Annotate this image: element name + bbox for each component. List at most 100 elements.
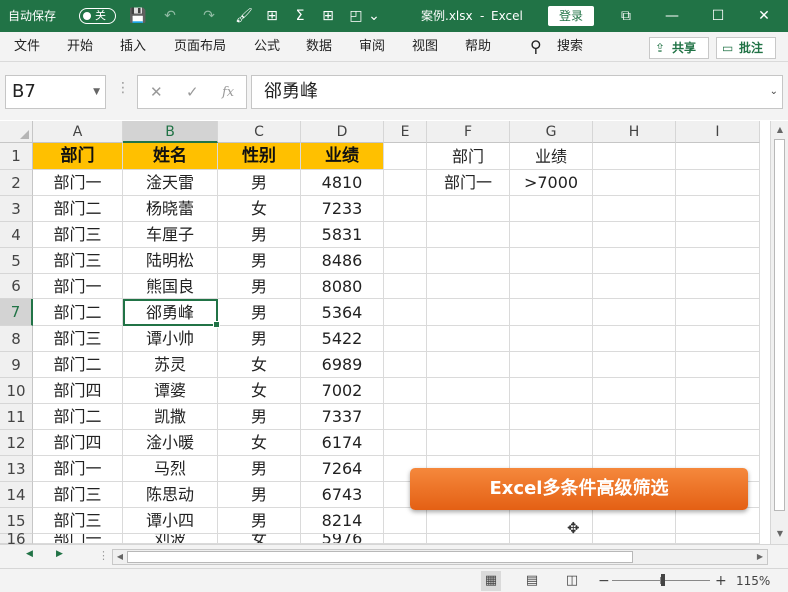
cell-a12[interactable]: 部门四: [33, 430, 123, 456]
row-header-7[interactable]: 7: [0, 299, 33, 326]
chevron-down-icon[interactable]: ▼: [93, 76, 100, 108]
enter-icon[interactable]: ✓: [186, 83, 199, 101]
scroll-left-icon[interactable]: ◀: [113, 550, 127, 564]
cell-f3[interactable]: [427, 196, 510, 222]
cell-b9[interactable]: 苏灵: [123, 352, 218, 378]
resize-handle-icon[interactable]: ⋮: [116, 80, 130, 96]
cell-i8[interactable]: [676, 326, 760, 352]
cell-a14[interactable]: 部门三: [33, 482, 123, 508]
row-header-8[interactable]: 8: [0, 326, 33, 352]
minimize-icon[interactable]: —: [649, 0, 695, 32]
tab-home[interactable]: 开始: [67, 32, 93, 62]
cell-c15[interactable]: 男: [218, 508, 301, 534]
cell-h16[interactable]: [593, 534, 676, 544]
cell-d7[interactable]: 5364: [301, 299, 384, 326]
cell-b8[interactable]: 谭小帅: [123, 326, 218, 352]
cell-i9[interactable]: [676, 352, 760, 378]
vertical-scroll-thumb[interactable]: [774, 139, 785, 511]
cell-c9[interactable]: 女: [218, 352, 301, 378]
cell-a10[interactable]: 部门四: [33, 378, 123, 404]
page-break-view-icon[interactable]: ◫: [562, 571, 582, 591]
cell-d4[interactable]: 5831: [301, 222, 384, 248]
cell-a4[interactable]: 部门三: [33, 222, 123, 248]
row-header-10[interactable]: 10: [0, 378, 33, 404]
cell-e7[interactable]: [384, 299, 427, 326]
cell-c10[interactable]: 女: [218, 378, 301, 404]
cell-a7[interactable]: 部门二: [33, 299, 123, 326]
name-box[interactable]: B7 ▼: [5, 75, 106, 109]
cell-a5[interactable]: 部门三: [33, 248, 123, 274]
cell-a3[interactable]: 部门二: [33, 196, 123, 222]
tab-page-layout[interactable]: 页面布局: [174, 32, 226, 62]
tab-data[interactable]: 数据: [306, 32, 332, 62]
column-header-i[interactable]: I: [676, 121, 760, 143]
cell-i6[interactable]: [676, 274, 760, 299]
cell-h9[interactable]: [593, 352, 676, 378]
cell-h7[interactable]: [593, 299, 676, 326]
cell-b15[interactable]: 谭小四: [123, 508, 218, 534]
tab-help[interactable]: 帮助: [465, 32, 491, 62]
cell-a15[interactable]: 部门三: [33, 508, 123, 534]
maximize-icon[interactable]: ☐: [695, 0, 741, 32]
cell-c3[interactable]: 女: [218, 196, 301, 222]
row-header-9[interactable]: 9: [0, 352, 33, 378]
search-icon[interactable]: ⚲: [530, 32, 542, 62]
row-header-5[interactable]: 5: [0, 248, 33, 274]
cell-a16[interactable]: 部门一: [33, 534, 123, 544]
cell-b3[interactable]: 杨晓蕾: [123, 196, 218, 222]
tab-formulas[interactable]: 公式: [254, 32, 280, 62]
cell-b14[interactable]: 陈思动: [123, 482, 218, 508]
cell-d16[interactable]: 5976: [301, 534, 384, 544]
cell-h8[interactable]: [593, 326, 676, 352]
comments-button[interactable]: ▭ 批注: [716, 37, 776, 59]
row-header-4[interactable]: 4: [0, 222, 33, 248]
cell-i15[interactable]: [676, 508, 760, 534]
cell-g2[interactable]: >7000: [510, 170, 593, 196]
cell-e8[interactable]: [384, 326, 427, 352]
cell-h3[interactable]: [593, 196, 676, 222]
cell-e2[interactable]: [384, 170, 427, 196]
cell-b12[interactable]: 淦小暖: [123, 430, 218, 456]
cell-f4[interactable]: [427, 222, 510, 248]
cell-g5[interactable]: [510, 248, 593, 274]
table-icon[interactable]: ⊞: [262, 6, 282, 26]
cell-d14[interactable]: 6743: [301, 482, 384, 508]
login-button[interactable]: 登录: [548, 6, 594, 26]
scroll-up-icon[interactable]: ▲: [771, 122, 788, 138]
sort-icon[interactable]: ⊞: [318, 6, 338, 26]
cell-h11[interactable]: [593, 404, 676, 430]
cell-f12[interactable]: [427, 430, 510, 456]
column-header-b[interactable]: B: [123, 121, 218, 143]
row-header-6[interactable]: 6: [0, 274, 33, 299]
autosave-toggle[interactable]: 关: [79, 8, 116, 24]
cell-b5[interactable]: 陆明松: [123, 248, 218, 274]
cell-b13[interactable]: 马烈: [123, 456, 218, 482]
shapes-icon[interactable]: ◰: [346, 6, 366, 26]
horizontal-scroll-thumb[interactable]: [127, 551, 633, 563]
cell-f9[interactable]: [427, 352, 510, 378]
cell-f5[interactable]: [427, 248, 510, 274]
cell-f1[interactable]: 部门: [427, 143, 510, 170]
cell-g1[interactable]: 业绩: [510, 143, 593, 170]
cell-f11[interactable]: [427, 404, 510, 430]
cell-i7[interactable]: [676, 299, 760, 326]
column-header-e[interactable]: E: [384, 121, 427, 143]
zoom-slider-handle[interactable]: [661, 574, 665, 586]
vertical-scrollbar[interactable]: ▲ ▼: [770, 121, 788, 544]
cell-h5[interactable]: [593, 248, 676, 274]
cell-c2[interactable]: 男: [218, 170, 301, 196]
column-header-d[interactable]: D: [301, 121, 384, 143]
cell-h12[interactable]: [593, 430, 676, 456]
cell-f7[interactable]: [427, 299, 510, 326]
cell-c6[interactable]: 男: [218, 274, 301, 299]
cell-e5[interactable]: [384, 248, 427, 274]
cell-h4[interactable]: [593, 222, 676, 248]
cell-g6[interactable]: [510, 274, 593, 299]
zoom-out-button[interactable]: −: [598, 571, 610, 591]
cell-f15[interactable]: [427, 508, 510, 534]
close-icon[interactable]: ✕: [741, 0, 787, 32]
prev-sheet-icon[interactable]: ◀: [26, 549, 33, 559]
cell-a8[interactable]: 部门三: [33, 326, 123, 352]
cell-a2[interactable]: 部门一: [33, 170, 123, 196]
cell-c14[interactable]: 男: [218, 482, 301, 508]
